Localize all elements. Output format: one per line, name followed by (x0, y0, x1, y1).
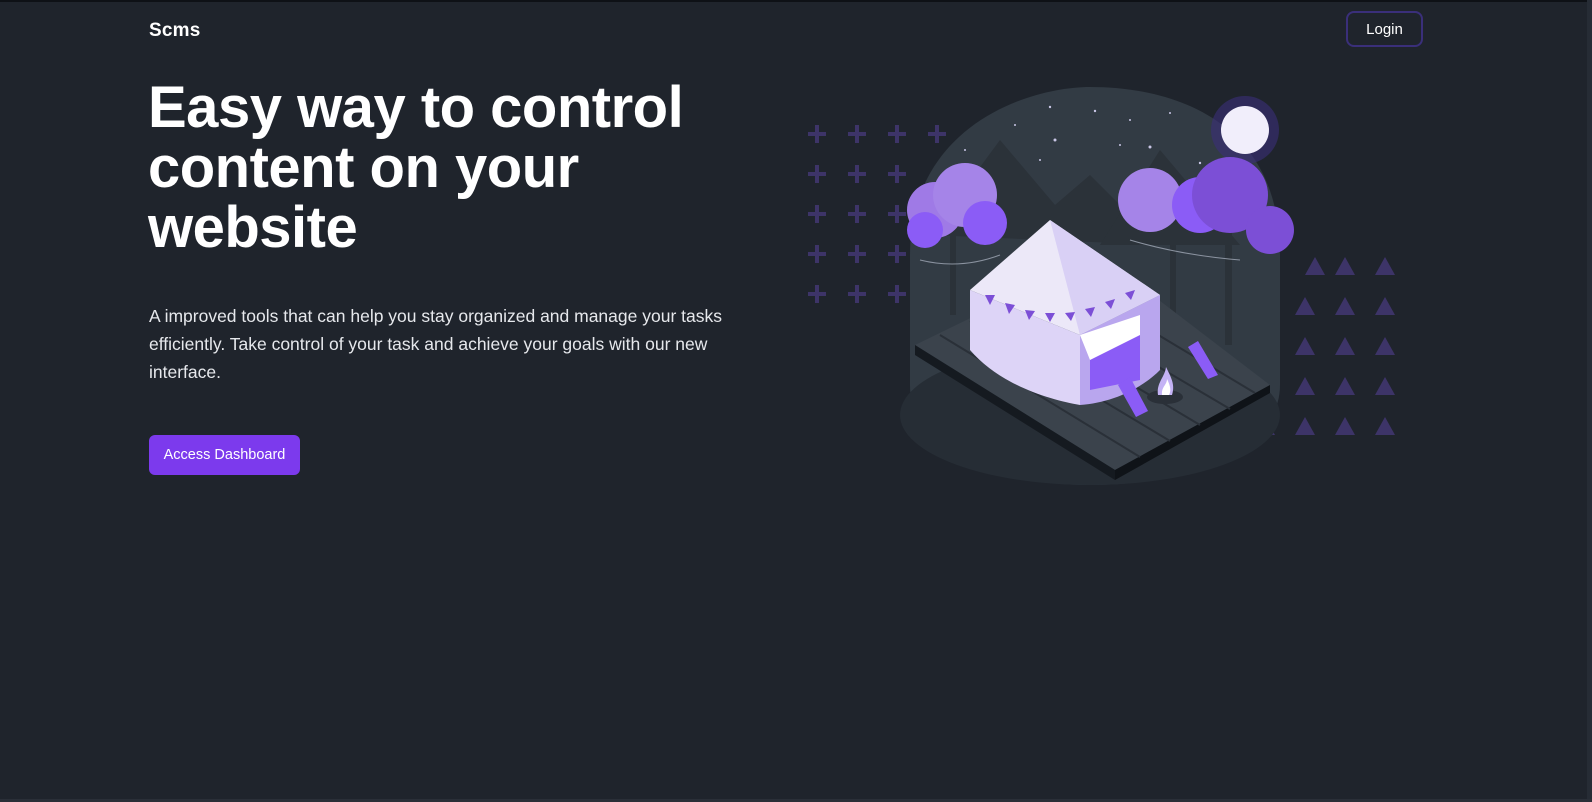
hero-description: A improved tools that can help you stay … (149, 306, 722, 382)
brand-logo[interactable]: Scms (149, 20, 201, 42)
scrollbar-edge (1587, 0, 1592, 802)
navbar: Scms Login (0, 2, 1592, 60)
login-button[interactable]: Login (1346, 11, 1423, 47)
camping-tent-illustration (800, 85, 1420, 495)
access-dashboard-button[interactable]: Access Dashboard (149, 435, 300, 475)
hero-title: Easy way to control content on your webs… (148, 75, 684, 260)
